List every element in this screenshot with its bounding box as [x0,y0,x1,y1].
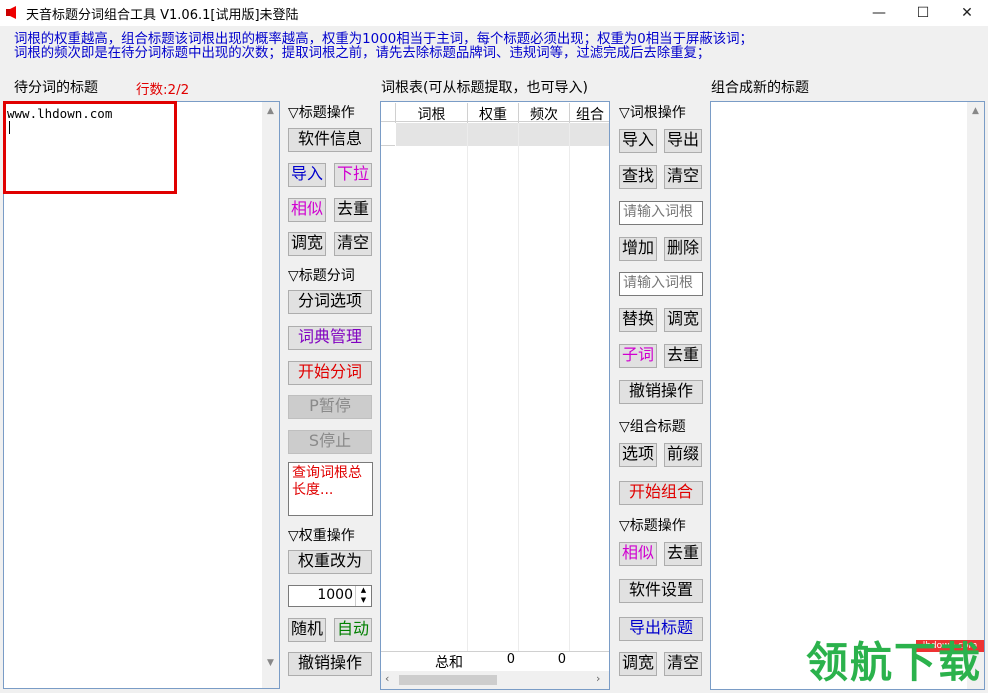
find-button[interactable]: 查找 [619,165,657,189]
root-table[interactable] [380,101,610,690]
output-titles-textarea[interactable]: ▲ [710,101,985,690]
left-scrollbar[interactable]: ▲ ▼ [262,102,279,688]
info-line-2: 词根的频次即是在待分词标题中出现的次数；提取词根之前，请先去除标题品牌词、违规词… [14,46,711,61]
stop-button[interactable]: S停止 [288,430,372,454]
maximize-button[interactable]: ☐ [900,0,946,26]
col-sep [518,103,519,123]
segment-header: ▽标题分词 [288,268,355,284]
prefix-button[interactable]: 前缀 [664,443,702,467]
weight-value: 1000 [317,587,353,603]
total-weight: 0 [506,652,515,667]
watermark-logo: 领航下载 [806,638,983,687]
right-scrollbar[interactable]: ▲ [967,102,984,689]
minimize-button[interactable]: — [856,0,902,26]
root-input-1[interactable]: 请输入词根 [619,201,703,225]
weight-spinner[interactable]: 1000 ▲ ▼ [288,585,372,607]
weight-change-button[interactable]: 权重改为 [288,550,372,574]
start-combine-button[interactable]: 开始组合 [619,481,703,505]
right-panel-label: 组合成新的标题 [711,80,809,96]
total-freq: 0 [557,652,566,667]
clear-roots-button[interactable]: 清空 [664,165,702,189]
highlight-box [3,101,177,194]
scroll-left-icon[interactable]: ‹ [385,672,389,685]
col-line [569,123,570,651]
subword-button[interactable]: 子词 [619,344,657,368]
similar-button[interactable]: 相似 [288,198,326,222]
col-header-freq[interactable]: 频次 [519,104,569,124]
scroll-down-icon[interactable]: ▼ [262,658,279,668]
info-line-1: 词根的权重越高，组合标题该词根出现的概率越高，权重为1000相当于主词，每个标题… [14,32,753,47]
software-info-button[interactable]: 软件信息 [288,128,372,152]
col-sep [467,103,468,123]
close-button[interactable]: ✕ [944,0,988,26]
scroll-thumb[interactable] [399,675,497,685]
similar-titles-button[interactable]: 相似 [619,542,657,566]
spin-down-icon[interactable]: ▼ [355,596,371,606]
segment-options-button[interactable]: 分词选项 [288,290,372,314]
random-button[interactable]: 随机 [288,618,326,642]
combine-header: ▽组合标题 [619,419,686,435]
col-sep [569,103,570,123]
widen-roots-button[interactable]: 调宽 [664,308,702,332]
dictionary-manage-button[interactable]: 词典管理 [288,326,372,350]
start-segment-button[interactable]: 开始分词 [288,361,372,385]
combine-options-button[interactable]: 选项 [619,443,657,467]
export-titles-button[interactable]: 导出标题 [619,617,703,641]
widen-button[interactable]: 调宽 [288,232,326,256]
software-settings-button[interactable]: 软件设置 [619,579,703,603]
dedupe-roots-button[interactable]: 去重 [664,344,702,368]
root-ops-header: ▽词根操作 [619,105,686,121]
undo-weight-button[interactable]: 撤销操作 [288,652,372,676]
scroll-up-icon[interactable]: ▲ [262,106,279,116]
row-indicator [381,123,395,146]
scroll-right-icon[interactable]: › [596,672,600,685]
root-input-2[interactable]: 请输入词根 [619,272,703,296]
col-line [518,123,519,651]
title-ops2-header: ▽标题操作 [619,518,686,534]
table-row[interactable] [396,123,609,146]
export-roots-button[interactable]: 导出 [664,129,702,153]
pause-button[interactable]: P暂停 [288,395,372,419]
col-header-weight[interactable]: 权重 [468,104,518,124]
replace-button[interactable]: 替换 [619,308,657,332]
delete-root-button[interactable]: 删除 [664,237,702,261]
clear-output-button[interactable]: 清空 [664,652,702,676]
add-root-button[interactable]: 增加 [619,237,657,261]
col-header-root[interactable]: 词根 [396,104,467,124]
window-title: 天音标题分词组合工具 V1.06.1[试用版]未登陆 [26,8,299,23]
dedupe-button[interactable]: 去重 [334,198,372,222]
col-sep [395,103,396,123]
auto-button[interactable]: 自动 [334,618,372,642]
clear-titles-button[interactable]: 清空 [334,232,372,256]
dropdown-button[interactable]: 下拉 [334,163,372,187]
col-line [467,123,468,651]
widen-titles-button[interactable]: 调宽 [619,652,657,676]
title-ops-header: ▽标题操作 [288,105,355,121]
col-header-combine[interactable]: 组合 [570,104,610,124]
spin-up-icon[interactable]: ▲ [355,586,371,596]
dedupe-titles-button[interactable]: 去重 [664,542,702,566]
import-roots-button[interactable]: 导入 [619,129,657,153]
total-label: 总和 [435,655,463,671]
scroll-up-icon[interactable]: ▲ [967,106,984,116]
weight-header: ▽权重操作 [288,528,355,544]
app-icon [6,6,16,19]
left-panel-label: 待分词的标题 [14,80,98,96]
root-table-label: 词根表(可从标题提取，也可导入) [381,80,588,96]
import-titles-button[interactable]: 导入 [288,163,326,187]
undo-roots-button[interactable]: 撤销操作 [619,380,703,404]
row-count: 行数:2/2 [136,82,190,98]
root-table-hscrollbar[interactable]: ‹ › [381,671,609,689]
query-length-textbox[interactable]: 查询词根总长度... [288,462,373,516]
